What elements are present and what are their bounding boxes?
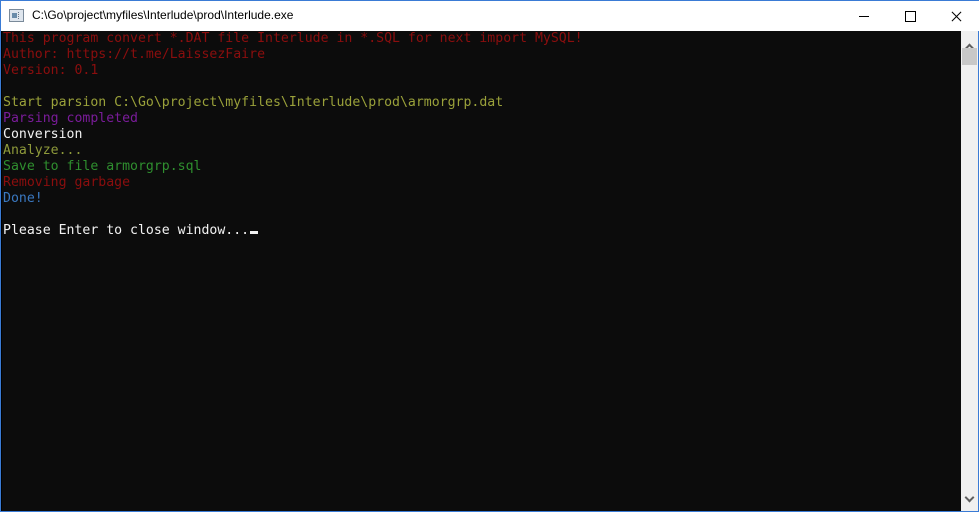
console-line: Author: https://t.me/LaissezFaire — [3, 47, 583, 63]
console-line: Done! — [3, 191, 583, 207]
close-icon — [951, 11, 962, 22]
text-cursor — [250, 231, 259, 234]
scroll-down-arrow-icon — [964, 492, 975, 503]
console-line: Please Enter to close window... — [3, 223, 583, 239]
console-line: Start parsion C:\Go\project\myfiles\Inte… — [3, 95, 583, 111]
scrollbar-thumb[interactable] — [962, 48, 977, 65]
console-line-text: Done! — [3, 191, 43, 206]
console-line-text: Analyze... — [3, 143, 83, 158]
title-bar[interactable]: C:\Go\project\myfiles\Interlude\prod\Int… — [1, 0, 979, 31]
console-app-icon[interactable] — [9, 9, 24, 22]
minimize-icon — [859, 15, 869, 17]
window-title: C:\Go\project\myfiles\Interlude\prod\Int… — [32, 8, 294, 22]
console-line-text: Author: https://t.me/LaissezFaire — [3, 47, 266, 62]
console-line: Removing garbage — [3, 175, 583, 191]
console-line-text: Removing garbage — [3, 175, 131, 190]
vertical-scrollbar[interactable] — [961, 31, 978, 511]
console-window: C:\Go\project\myfiles\Interlude\prod\Int… — [0, 0, 979, 512]
console-line: Version: 0.1 — [3, 63, 583, 79]
console-line: Analyze... — [3, 143, 583, 159]
console-lines: This program convert *.DAT file Interlud… — [3, 31, 583, 239]
close-button[interactable] — [933, 1, 979, 31]
console-output[interactable]: This program convert *.DAT file Interlud… — [2, 31, 961, 511]
console-line-text: Please Enter to close window... — [3, 223, 250, 238]
maximize-button[interactable] — [887, 1, 933, 31]
console-line: Save to file armorgrp.sql — [3, 159, 583, 175]
minimize-button[interactable] — [841, 1, 887, 31]
console-line: Conversion — [3, 127, 583, 143]
maximize-icon — [904, 10, 916, 22]
console-line-text: Version: 0.1 — [3, 63, 99, 78]
console-line-text: Start parsion C:\Go\project\myfiles\Inte… — [3, 95, 504, 110]
console-line-text: Conversion — [3, 127, 83, 142]
scroll-down-button[interactable] — [961, 491, 978, 508]
console-line: Parsing completed — [3, 111, 583, 127]
console-line-text: Save to file armorgrp.sql — [3, 159, 202, 174]
console-line-text: This program convert *.DAT file Interlud… — [3, 31, 583, 46]
console-line-text: Parsing completed — [3, 111, 138, 126]
console-line: This program convert *.DAT file Interlud… — [3, 31, 583, 47]
